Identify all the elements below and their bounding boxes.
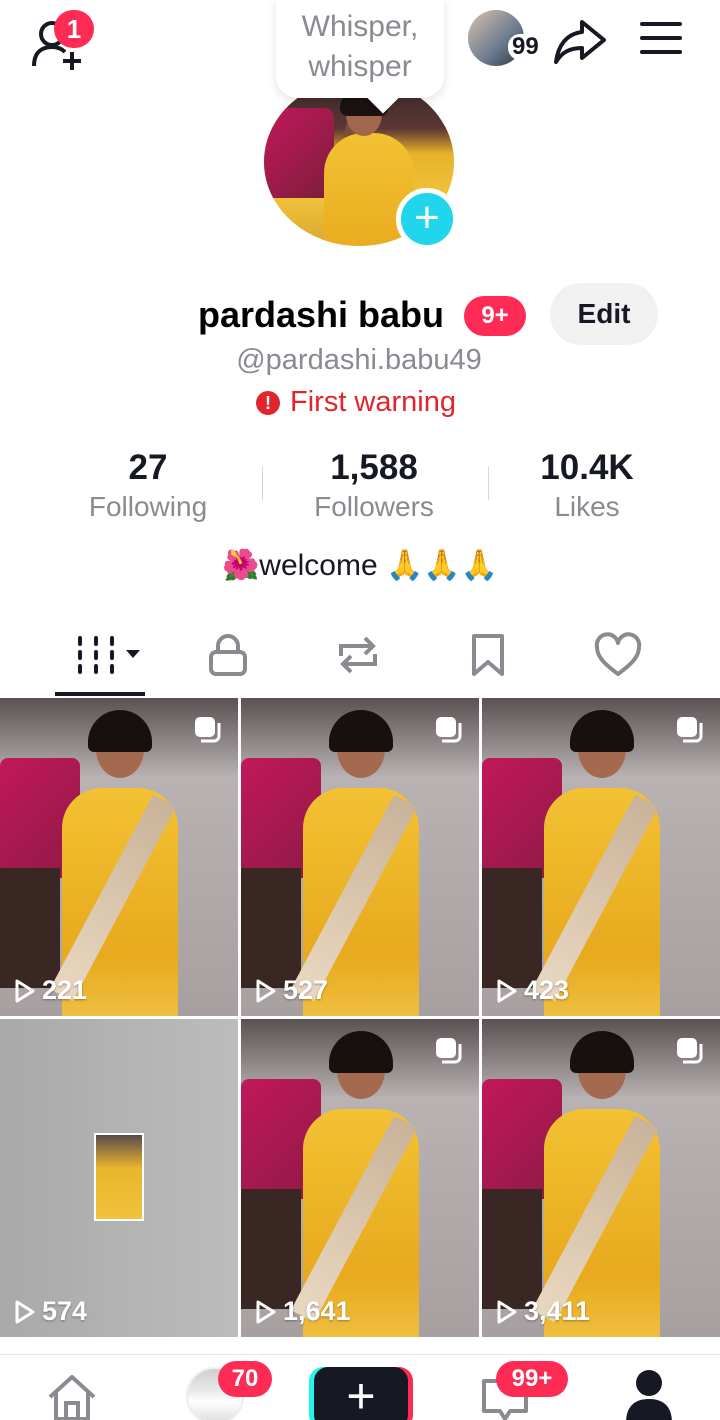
profile-bio: 🌺welcome 🙏🙏🙏 [221,549,499,582]
view-count: 574 [14,1296,87,1327]
video-thumbnail[interactable]: 423 [482,698,720,1016]
photo-mode-icon [436,1038,462,1064]
warning-text: First warning [290,386,456,418]
stat-label: Following [88,491,208,522]
view-count-text: 221 [42,975,88,1005]
tooltip-line-1: Whisper, [301,10,419,43]
create-plus: + [346,1368,376,1420]
tab-reposts[interactable] [328,630,388,680]
active-tab-indicator [55,692,145,696]
stat-divider [488,466,489,500]
tab-liked[interactable] [588,630,648,680]
tab-favorites[interactable] [458,630,518,680]
content-tabs [0,620,720,698]
view-count: 1,641 [255,1296,351,1327]
edit-profile-button[interactable]: Edit [550,283,658,345]
view-count: 221 [14,975,87,1006]
video-thumbnail[interactable]: 221 [0,698,238,1016]
thumbnail-image [241,698,479,1016]
stat-value: 10.4K [540,448,634,487]
tooltip-line-2: whisper [308,50,412,83]
play-icon [497,1300,517,1323]
stat-value: 27 [128,448,168,487]
profile-stats: 27 Following 1,588 Followers 10.4K Likes [0,446,720,526]
story-count: 99 [508,34,543,60]
nav-home[interactable] [44,1371,100,1420]
first-warning-link[interactable]: ! First warning [256,386,456,419]
play-icon [497,979,517,1002]
view-count-text: 1,641 [283,1296,351,1326]
stat-divider [262,466,263,500]
tab-videos[interactable] [72,630,146,680]
video-thumbnail[interactable]: 1,641 [241,1019,479,1337]
view-count: 3,411 [496,1296,590,1327]
stat-likes[interactable]: 10.4K Likes [520,446,654,524]
stat-label: Followers [314,491,434,522]
plus-icon: + [414,193,440,242]
view-count-text: 574 [42,1296,88,1326]
home-icon [48,1375,96,1420]
photo-mode-icon [195,717,221,743]
heart-icon [594,632,642,676]
view-count-text: 3,411 [524,1296,591,1326]
view-count: 423 [496,975,569,1006]
grid-icon [78,636,140,674]
thumbnail-image [241,1019,479,1337]
view-count-text: 527 [283,975,329,1005]
friend-request-badge: 1 [54,10,94,48]
thumbnail-image [482,1019,720,1337]
video-thumbnail[interactable]: 574 [0,1019,238,1337]
menu-button[interactable] [638,18,684,58]
stat-followers[interactable]: 1,588 Followers [294,446,454,524]
video-thumbnail[interactable]: 527 [241,698,479,1016]
whisper-tooltip[interactable]: Whisper, whisper [276,0,444,98]
photo-mode-icon [677,1038,703,1064]
tab-private[interactable] [198,630,258,680]
video-thumbnail[interactable]: 3,411 [482,1019,720,1337]
repost-icon [339,636,377,674]
alert-icon: ! [256,390,280,415]
add-friend-button[interactable]: 1 [28,8,98,70]
bottom-nav: 70 + 99+ [0,1354,720,1420]
share-button[interactable] [552,12,608,68]
top-bar: 1 Whisper, whisper 99 [0,0,720,98]
thumbnail-image [482,698,720,1016]
play-icon [15,1300,35,1323]
profile-handle: @pardashi.babu49 [236,344,482,376]
play-icon [256,1300,276,1323]
share-icon [554,20,606,64]
nav-profile[interactable] [624,1367,674,1420]
profile-name: pardashi babu [198,294,445,335]
name-badge[interactable]: 9+ [464,296,526,336]
add-story-button[interactable]: + [396,188,458,250]
photo-mode-icon [436,717,462,743]
play-icon [256,979,276,1002]
view-count-text: 423 [524,975,570,1005]
photo-mode-icon [677,717,703,743]
bookmark-icon [472,634,504,676]
create-button[interactable]: + [314,1367,408,1420]
view-count: 527 [255,975,328,1006]
stat-following[interactable]: 27 Following [70,446,226,524]
video-grid: 221 527 423 574 1,641 3,411 [0,698,720,1358]
friends-badge: 70 [218,1361,272,1397]
hamburger-icon [640,22,682,54]
inbox-badge: 99+ [496,1361,568,1397]
stat-label: Likes [554,491,620,522]
profile-icon [626,1370,672,1420]
lock-icon [209,634,247,676]
thumbnail-image [94,1133,144,1221]
stat-value: 1,588 [330,448,418,487]
play-icon [15,979,35,1002]
thumbnail-image [0,698,238,1016]
